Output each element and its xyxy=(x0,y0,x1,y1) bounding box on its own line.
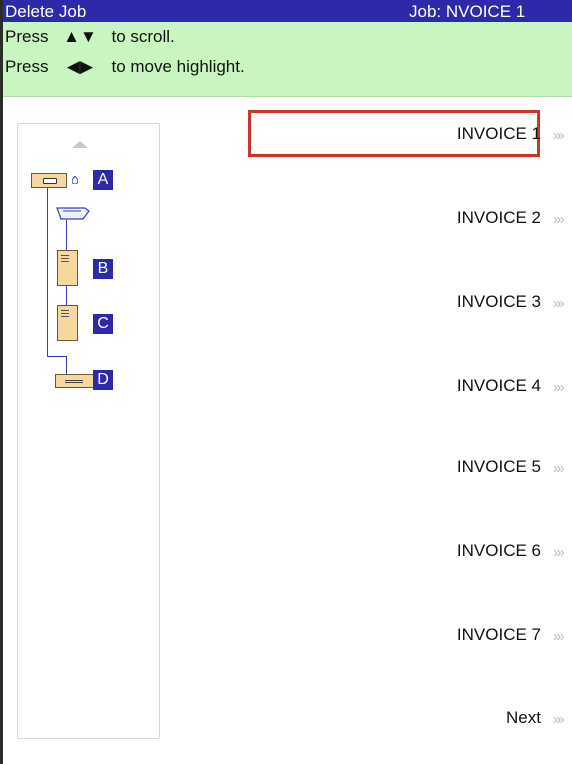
title-bar: Delete Job Job: NVOICE 1 xyxy=(3,0,572,22)
label-b: B xyxy=(93,259,113,279)
connector-line xyxy=(66,285,67,305)
connector-line xyxy=(66,356,67,374)
double-chevron-right-icon[interactable]: »» xyxy=(553,126,572,146)
double-chevron-right-icon[interactable]: »» xyxy=(553,710,572,730)
list-item-invoice-1[interactable]: INVOICE 1 xyxy=(457,124,541,144)
connector-line xyxy=(47,356,66,357)
drop-icon xyxy=(72,176,78,184)
list-item-invoice-4[interactable]: INVOICE 4 xyxy=(457,376,541,396)
scroll-instruction: Press ▲▼ to scroll. xyxy=(5,27,175,46)
label-c: C xyxy=(93,314,113,334)
list-item-invoice-3[interactable]: INVOICE 3 xyxy=(457,292,541,312)
left-right-arrows-icon: ◀▶ xyxy=(66,57,94,76)
list-item-invoice-2[interactable]: INVOICE 2 xyxy=(457,208,541,228)
double-chevron-right-icon[interactable]: »» xyxy=(553,378,572,398)
connector-line xyxy=(47,187,48,356)
highlight-instruction: Press ◀▶ to move highlight. xyxy=(5,57,245,76)
sheet-icon xyxy=(57,250,78,286)
double-chevron-right-icon[interactable]: »» xyxy=(553,543,572,563)
list-item-invoice-6[interactable]: INVOICE 6 xyxy=(457,541,541,561)
sheet-icon xyxy=(57,305,78,341)
next-button[interactable]: Next xyxy=(506,708,541,728)
scroll-up-icon[interactable] xyxy=(72,141,88,148)
instructions-panel: Press ▲▼ to scroll. Press ◀▶ to move highlig… xyxy=(3,22,572,97)
double-chevron-right-icon[interactable]: »» xyxy=(553,210,572,230)
up-down-arrows-icon: ▲▼ xyxy=(63,27,97,46)
job-name: Job: NVOICE 1 xyxy=(409,2,526,21)
folder-icon xyxy=(56,207,90,220)
list-item-invoice-5[interactable]: INVOICE 5 xyxy=(457,457,541,477)
envelope-icon xyxy=(55,374,94,388)
feeder-tray-icon xyxy=(31,173,67,188)
double-chevron-right-icon[interactable]: »» xyxy=(553,627,572,647)
list-item-invoice-7[interactable]: INVOICE 7 xyxy=(457,625,541,645)
double-chevron-right-icon[interactable]: »» xyxy=(553,294,572,314)
label-a: A xyxy=(93,170,113,190)
screen-title: Delete Job xyxy=(5,2,87,21)
double-chevron-right-icon[interactable]: »» xyxy=(553,459,572,479)
label-d: D xyxy=(93,370,113,390)
connector-line xyxy=(66,220,67,250)
left-edge-border xyxy=(0,0,3,764)
